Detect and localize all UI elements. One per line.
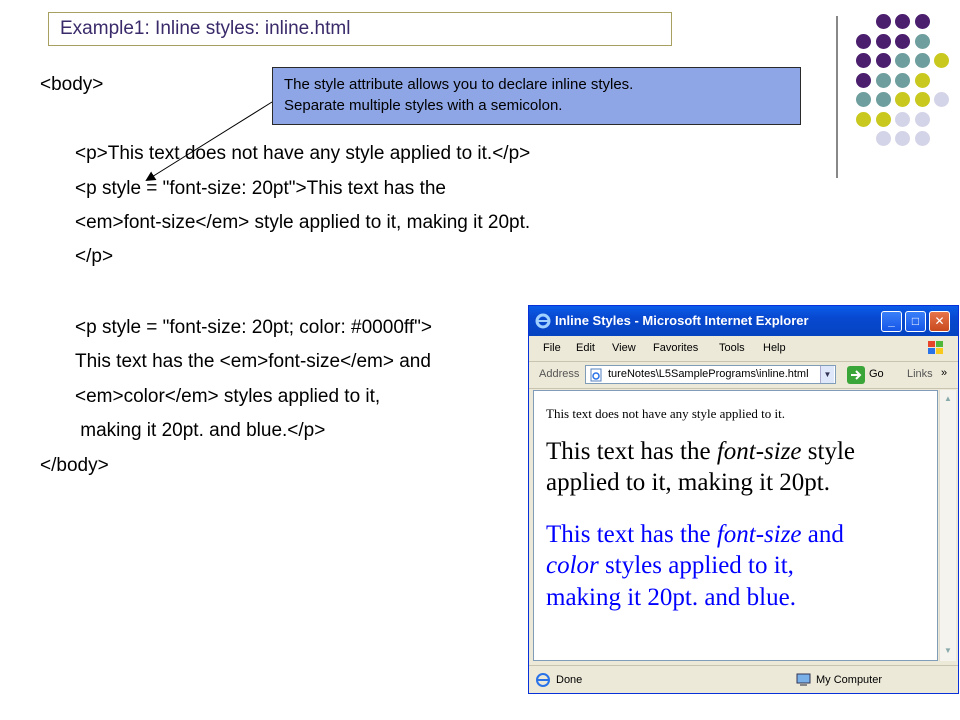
page-content: This text does not have any style applie…: [533, 390, 938, 661]
ie-logo-icon: [535, 313, 551, 329]
decorative-dot: [875, 92, 891, 107]
go-arrow-icon[interactable]: [847, 366, 865, 384]
address-value: tureNotes\L5SamplePrograms\inline.html: [608, 368, 809, 380]
decorative-dot: [895, 92, 910, 107]
decorative-dot: [875, 33, 891, 49]
menu-help[interactable]: Help: [763, 342, 786, 354]
address-input[interactable]: tureNotes\L5SamplePrograms\inline.html: [585, 365, 836, 384]
decorative-dot: [875, 14, 891, 29]
address-bar: Address tureNotes\L5SamplePrograms\inlin…: [529, 362, 958, 389]
decorative-dot: [895, 131, 910, 146]
links-label[interactable]: Links: [907, 368, 933, 380]
decorative-dot: [856, 92, 871, 107]
menu-view[interactable]: View: [612, 342, 636, 354]
menu-bar: File Edit View Favorites Tools Help: [529, 336, 958, 362]
status-text: Done: [556, 674, 583, 686]
decorative-dot: [856, 53, 871, 68]
decorative-dot: [895, 111, 910, 127]
address-label: Address: [539, 368, 580, 380]
decorative-dot: [895, 14, 910, 29]
chevron-right-icon[interactable]: »: [941, 367, 947, 379]
decorative-dot: [895, 72, 910, 88]
decorative-dot: [914, 72, 930, 88]
decorative-dot: [914, 92, 930, 107]
scroll-up-icon[interactable]: ▲: [940, 391, 956, 407]
minimize-button[interactable]: _: [881, 311, 902, 332]
address-dropdown-icon[interactable]: ▼: [820, 366, 834, 383]
browser-window: Inline Styles - Microsoft Internet Explo…: [528, 305, 959, 694]
content-paragraph-plain: This text does not have any style applie…: [546, 406, 786, 421]
status-bar: Done My Computer: [529, 665, 958, 693]
menu-favorites[interactable]: Favorites: [653, 342, 698, 354]
decorative-dot: [875, 131, 891, 146]
go-button[interactable]: Go: [869, 368, 884, 380]
close-button[interactable]: ✕: [929, 311, 950, 332]
divider-line: [836, 16, 838, 178]
vertical-scrollbar[interactable]: ▲ ▼: [939, 390, 956, 661]
ie-page-icon: [536, 673, 550, 687]
decorative-dot: [934, 92, 949, 107]
zone-text: My Computer: [816, 674, 883, 686]
menu-file[interactable]: File: [543, 342, 561, 354]
menu-tools[interactable]: Tools: [719, 342, 745, 354]
decorative-dot: [914, 111, 930, 127]
windows-flag-icon: [928, 341, 943, 354]
decorative-dot: [914, 33, 930, 49]
decorative-dot: [856, 33, 871, 49]
decorative-dot: [914, 53, 930, 68]
decorative-dot: [895, 33, 910, 49]
decorative-dot: [875, 72, 891, 88]
content-paragraph-sized: This text has the font-size style: [546, 438, 855, 465]
maximize-button[interactable]: □: [905, 311, 926, 332]
decorative-dot: [914, 131, 930, 146]
scroll-down-icon[interactable]: ▼: [940, 643, 956, 659]
menu-edit[interactable]: Edit: [576, 342, 595, 354]
decorative-dot: [914, 14, 930, 29]
decorative-dot: [856, 72, 871, 88]
computer-icon: [796, 673, 811, 686]
decorative-dot: [875, 111, 891, 127]
decorative-dot: [856, 111, 871, 127]
decorative-dot: [934, 53, 949, 68]
page-icon: [590, 368, 602, 382]
decorative-dot: [875, 53, 891, 68]
browser-title: Inline Styles - Microsoft Internet Explo…: [555, 313, 809, 328]
content-paragraph-sized-line2: applied to it, making it 20pt.: [546, 469, 830, 496]
browser-titlebar[interactable]: Inline Styles - Microsoft Internet Explo…: [529, 306, 958, 336]
decorative-dot: [895, 53, 910, 68]
